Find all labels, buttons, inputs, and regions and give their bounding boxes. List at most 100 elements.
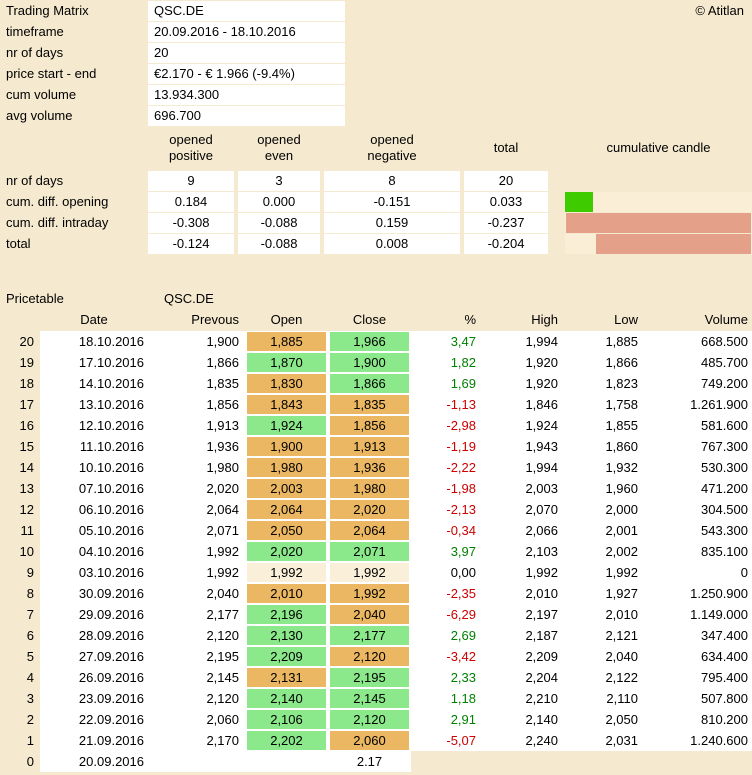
close-cell[interactable]: 1,913 [328, 436, 411, 457]
percent-cell[interactable]: 2,91 [411, 709, 482, 730]
high-cell[interactable]: 1,920 [482, 352, 564, 373]
prevous-cell[interactable]: 1,992 [148, 562, 245, 583]
volume-cell[interactable]: 581.600 [644, 415, 752, 436]
low-cell[interactable]: 1,758 [564, 394, 644, 415]
close-cell[interactable]: 2,064 [328, 520, 411, 541]
percent-cell[interactable]: 1,82 [411, 352, 482, 373]
date-cell[interactable]: 03.10.2016 [40, 562, 148, 583]
close-cell[interactable]: 1,835 [328, 394, 411, 415]
high-cell[interactable] [482, 751, 564, 772]
date-cell[interactable]: 05.10.2016 [40, 520, 148, 541]
volume-cell[interactable]: 634.400 [644, 646, 752, 667]
summary-value-cell[interactable]: €2.170 - € 1.966 (-9.4%) [148, 64, 345, 84]
percent-cell[interactable]: -2,13 [411, 499, 482, 520]
percent-cell[interactable]: -0,34 [411, 520, 482, 541]
volume-cell[interactable]: 668.500 [644, 331, 752, 352]
open-cell[interactable]: 2,131 [245, 667, 328, 688]
low-cell[interactable]: 2,121 [564, 625, 644, 646]
low-cell[interactable]: 2,002 [564, 541, 644, 562]
open-cell[interactable]: 1,870 [245, 352, 328, 373]
volume-cell[interactable] [644, 751, 752, 772]
prevous-cell[interactable]: 2,170 [148, 730, 245, 751]
date-cell[interactable]: 22.09.2016 [40, 709, 148, 730]
volume-cell[interactable]: 304.500 [644, 499, 752, 520]
matrix-cell[interactable]: 20 [464, 171, 548, 191]
prevous-cell[interactable]: 1,913 [148, 415, 245, 436]
prevous-cell[interactable]: 2,040 [148, 583, 245, 604]
date-cell[interactable]: 13.10.2016 [40, 394, 148, 415]
low-cell[interactable]: 1,885 [564, 331, 644, 352]
open-cell[interactable]: 2,010 [245, 583, 328, 604]
percent-cell[interactable]: 2,69 [411, 625, 482, 646]
open-cell[interactable]: 1,830 [245, 373, 328, 394]
low-cell[interactable]: 1,860 [564, 436, 644, 457]
matrix-cell[interactable]: 0.184 [148, 192, 234, 212]
date-cell[interactable]: 26.09.2016 [40, 667, 148, 688]
percent-cell[interactable]: 0,00 [411, 562, 482, 583]
open-cell[interactable]: 1,992 [245, 562, 328, 583]
prevous-cell[interactable]: 2,020 [148, 478, 245, 499]
date-cell[interactable]: 29.09.2016 [40, 604, 148, 625]
prevous-cell[interactable]: 2,177 [148, 604, 245, 625]
high-cell[interactable]: 2,070 [482, 499, 564, 520]
high-cell[interactable]: 2,197 [482, 604, 564, 625]
close-cell[interactable]: 2,120 [328, 646, 411, 667]
matrix-cell[interactable]: 8 [324, 171, 460, 191]
prevous-cell[interactable] [148, 751, 245, 772]
matrix-cell[interactable]: 9 [148, 171, 234, 191]
close-cell[interactable]: 2,071 [328, 541, 411, 562]
matrix-cell[interactable]: 0.033 [464, 192, 548, 212]
matrix-cell[interactable]: -0.204 [464, 234, 548, 254]
high-cell[interactable]: 2,066 [482, 520, 564, 541]
date-cell[interactable]: 28.09.2016 [40, 625, 148, 646]
close-cell[interactable]: 2,020 [328, 499, 411, 520]
open-cell[interactable]: 2,003 [245, 478, 328, 499]
high-cell[interactable]: 1,920 [482, 373, 564, 394]
open-cell[interactable]: 2,106 [245, 709, 328, 730]
low-cell[interactable]: 1,932 [564, 457, 644, 478]
prevous-cell[interactable]: 1,936 [148, 436, 245, 457]
date-cell[interactable]: 23.09.2016 [40, 688, 148, 709]
prevous-cell[interactable]: 1,856 [148, 394, 245, 415]
open-cell[interactable]: 2,020 [245, 541, 328, 562]
close-cell[interactable]: 1,936 [328, 457, 411, 478]
close-cell[interactable]: 1,992 [328, 583, 411, 604]
percent-cell[interactable]: -2,98 [411, 415, 482, 436]
low-cell[interactable]: 1,855 [564, 415, 644, 436]
close-cell[interactable]: 1,900 [328, 352, 411, 373]
date-cell[interactable]: 06.10.2016 [40, 499, 148, 520]
close-cell[interactable]: 2,145 [328, 688, 411, 709]
volume-cell[interactable]: 507.800 [644, 688, 752, 709]
summary-value-cell[interactable]: 20.09.2016 - 18.10.2016 [148, 22, 345, 42]
date-cell[interactable]: 20.09.2016 [40, 751, 148, 772]
high-cell[interactable]: 1,994 [482, 457, 564, 478]
volume-cell[interactable]: 795.400 [644, 667, 752, 688]
close-cell[interactable]: 1,866 [328, 373, 411, 394]
matrix-cell[interactable]: -0.124 [148, 234, 234, 254]
volume-cell[interactable]: 810.200 [644, 709, 752, 730]
matrix-cell[interactable]: 3 [238, 171, 320, 191]
low-cell[interactable]: 1,866 [564, 352, 644, 373]
date-cell[interactable]: 07.10.2016 [40, 478, 148, 499]
percent-cell[interactable]: 1,18 [411, 688, 482, 709]
close-cell[interactable]: 2,060 [328, 730, 411, 751]
close-cell[interactable]: 1,966 [328, 331, 411, 352]
prevous-cell[interactable]: 2,060 [148, 709, 245, 730]
percent-cell[interactable]: -6,29 [411, 604, 482, 625]
date-cell[interactable]: 14.10.2016 [40, 373, 148, 394]
high-cell[interactable]: 2,204 [482, 667, 564, 688]
prevous-cell[interactable]: 1,866 [148, 352, 245, 373]
high-cell[interactable]: 1,992 [482, 562, 564, 583]
low-cell[interactable]: 2,010 [564, 604, 644, 625]
open-cell[interactable]: 1,924 [245, 415, 328, 436]
volume-cell[interactable]: 767.300 [644, 436, 752, 457]
volume-cell[interactable]: 1.240.600 [644, 730, 752, 751]
volume-cell[interactable]: 1.149.000 [644, 604, 752, 625]
close-cell[interactable]: 1,856 [328, 415, 411, 436]
volume-cell[interactable]: 471.200 [644, 478, 752, 499]
low-cell[interactable]: 2,040 [564, 646, 644, 667]
volume-cell[interactable]: 0 [644, 562, 752, 583]
high-cell[interactable]: 2,103 [482, 541, 564, 562]
prevous-cell[interactable]: 1,992 [148, 541, 245, 562]
low-cell[interactable] [564, 751, 644, 772]
